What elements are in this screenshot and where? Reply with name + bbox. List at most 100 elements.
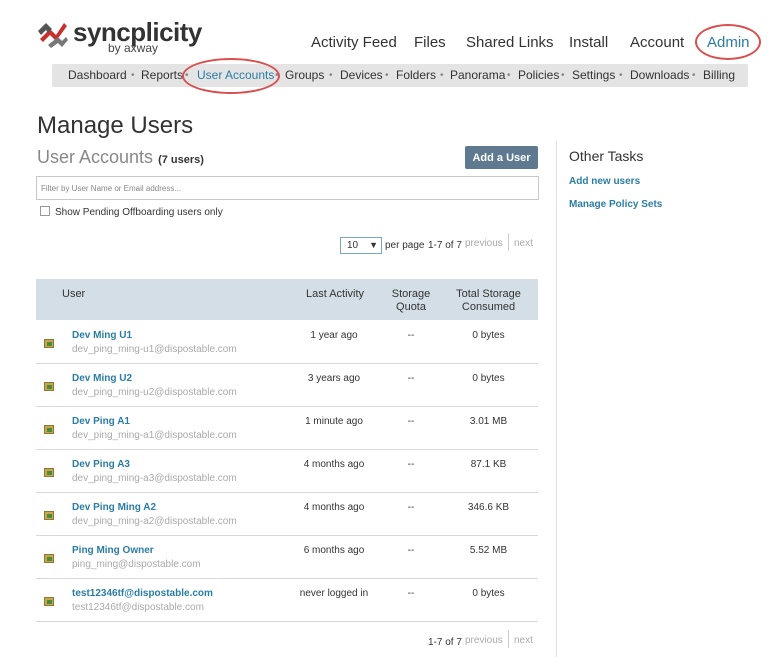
storage-consumed: 0 bytes: [472, 373, 505, 384]
user-email: dev_ping_ming-a1@dispostable.com: [72, 430, 237, 441]
per-page-label: per page: [385, 240, 425, 251]
subnav-separator: •: [561, 70, 565, 81]
nav-shared-links[interactable]: Shared Links: [466, 34, 554, 51]
user-name-link[interactable]: Dev Ping A1: [72, 416, 130, 427]
storage-consumed: 346.6 KB: [467, 502, 510, 513]
pager-next[interactable]: next: [514, 238, 533, 249]
subnav-separator: •: [131, 70, 135, 81]
last-activity: 4 months ago: [303, 459, 365, 470]
per-page-value: 10: [347, 240, 359, 251]
subnav-policies[interactable]: Policies: [518, 68, 559, 82]
pending-offboarding-label: Show Pending Offboarding users only: [55, 207, 223, 218]
table-row[interactable]: Ping Ming Owner ping_ming@dispostable.com…: [36, 536, 538, 579]
storage-quota: --: [407, 459, 415, 470]
section-title-text: User Accounts: [37, 147, 154, 167]
table-row[interactable]: Dev Ming U2 dev_ping_ming-u2@dispostable.…: [36, 364, 538, 407]
other-tasks-title: Other Tasks: [569, 148, 644, 164]
table-row[interactable]: test12346tf@dispostable.com test12346tf@d…: [36, 579, 538, 622]
storage-quota: --: [407, 330, 415, 341]
storage-quota: --: [407, 373, 415, 384]
storage-quota: --: [407, 416, 415, 427]
table-row[interactable]: Dev Ming U1 dev_ping_ming-u1@dispostable.…: [36, 321, 538, 364]
table-row[interactable]: Dev Ping A1 dev_ping_ming-a1@dispostable.…: [36, 407, 538, 450]
storage-quota: --: [407, 588, 415, 599]
subnav-settings[interactable]: Settings: [572, 68, 615, 82]
nav-activity-feed[interactable]: Activity Feed: [311, 34, 397, 51]
subnav-billing[interactable]: Billing: [703, 68, 735, 82]
user-name-link[interactable]: Dev Ping A3: [72, 459, 130, 470]
user-email: dev_ping_ming-u1@dispostable.com: [72, 344, 237, 355]
storage-consumed: 87.1 KB: [470, 459, 507, 470]
subnav-separator: •: [619, 70, 623, 81]
col-storage-quota-line2[interactable]: Quota: [384, 300, 438, 314]
table-row[interactable]: Dev Ping Ming A2 dev_ping_ming-a2@dispost…: [36, 493, 538, 536]
user-name-link[interactable]: Ping Ming Owner: [72, 545, 154, 556]
subnav-separator: •: [692, 70, 696, 81]
pager-divider: [508, 233, 509, 251]
user-name-link[interactable]: test12346tf@dispostable.com: [72, 588, 213, 599]
column-divider: [556, 141, 557, 657]
page-title: Manage Users: [37, 112, 194, 139]
add-new-users-link[interactable]: Add new users: [569, 176, 640, 187]
col-user[interactable]: User: [62, 287, 85, 301]
user-icon: [44, 511, 54, 520]
pager-previous[interactable]: previous: [465, 238, 503, 249]
pending-offboarding-checkbox[interactable]: [40, 206, 50, 216]
subnav-dashboard[interactable]: Dashboard: [68, 68, 127, 82]
last-activity: 1 year ago: [310, 330, 358, 341]
col-total-storage-line1[interactable]: Total Storage: [446, 287, 531, 301]
subnav-separator: •: [329, 70, 333, 81]
pager-range-bottom: 1-7 of 7: [428, 637, 462, 648]
per-page-select[interactable]: 10 ▼: [340, 237, 382, 254]
caret-down-icon: ▼: [369, 240, 378, 250]
manage-policy-sets-link[interactable]: Manage Policy Sets: [569, 199, 662, 210]
subnav-groups[interactable]: Groups: [285, 68, 324, 82]
user-icon: [44, 382, 54, 391]
storage-consumed: 0 bytes: [472, 330, 505, 341]
user-accounts-highlight-ring: [182, 58, 280, 94]
last-activity: 3 years ago: [307, 373, 361, 384]
storage-consumed: 0 bytes: [472, 588, 505, 599]
user-icon: [44, 425, 54, 434]
table-row[interactable]: Dev Ping A3 dev_ping_ming-a3@dispostable.…: [36, 450, 538, 493]
col-total-storage-line2[interactable]: Consumed: [446, 300, 531, 314]
pager-range: 1-7 of 7: [428, 240, 462, 251]
user-count: (7 users): [158, 154, 204, 166]
subnav-separator: •: [385, 70, 389, 81]
subnav-devices[interactable]: Devices: [340, 68, 383, 82]
subnav-separator: •: [507, 70, 511, 81]
pager-next-bottom[interactable]: next: [514, 635, 533, 646]
user-name-link[interactable]: Dev Ming U1: [72, 330, 132, 341]
subnav-reports[interactable]: Reports: [141, 68, 183, 82]
last-activity: never logged in: [299, 588, 369, 599]
pending-offboarding-filter[interactable]: Show Pending Offboarding users only: [40, 206, 223, 218]
last-activity: 6 months ago: [303, 545, 365, 556]
subnav-folders[interactable]: Folders: [396, 68, 436, 82]
nav-files[interactable]: Files: [414, 34, 446, 51]
pager-previous-bottom[interactable]: previous: [465, 635, 503, 646]
section-title: User Accounts (7 users): [37, 147, 204, 168]
user-icon: [44, 554, 54, 563]
storage-quota: --: [407, 545, 415, 556]
user-name-link[interactable]: Dev Ping Ming A2: [72, 502, 156, 513]
user-email: dev_ping_ming-a2@dispostable.com: [72, 516, 237, 527]
user-email: dev_ping_ming-a3@dispostable.com: [72, 473, 237, 484]
user-name-link[interactable]: Dev Ming U2: [72, 373, 132, 384]
user-email: ping_ming@dispostable.com: [72, 559, 201, 570]
user-icon: [44, 468, 54, 477]
nav-account[interactable]: Account: [630, 34, 684, 51]
col-last-activity[interactable]: Last Activity: [300, 287, 370, 301]
user-email: dev_ping_ming-u2@dispostable.com: [72, 387, 237, 398]
col-storage-quota-line1[interactable]: Storage: [384, 287, 438, 301]
pager-divider-bottom: [508, 630, 509, 648]
subnav-downloads[interactable]: Downloads: [630, 68, 689, 82]
storage-quota: --: [407, 502, 415, 513]
admin-subnav: Dashboard • Reports • User Accounts • Gr…: [52, 64, 748, 87]
nav-install[interactable]: Install: [569, 34, 608, 51]
subnav-panorama[interactable]: Panorama: [450, 68, 505, 82]
user-email: test12346tf@dispostable.com: [72, 602, 204, 613]
subnav-separator: •: [440, 70, 444, 81]
add-user-button[interactable]: Add a User: [465, 146, 538, 169]
user-filter-input[interactable]: Filter by User Name or Email address...: [36, 176, 539, 200]
user-icon: [44, 339, 54, 348]
